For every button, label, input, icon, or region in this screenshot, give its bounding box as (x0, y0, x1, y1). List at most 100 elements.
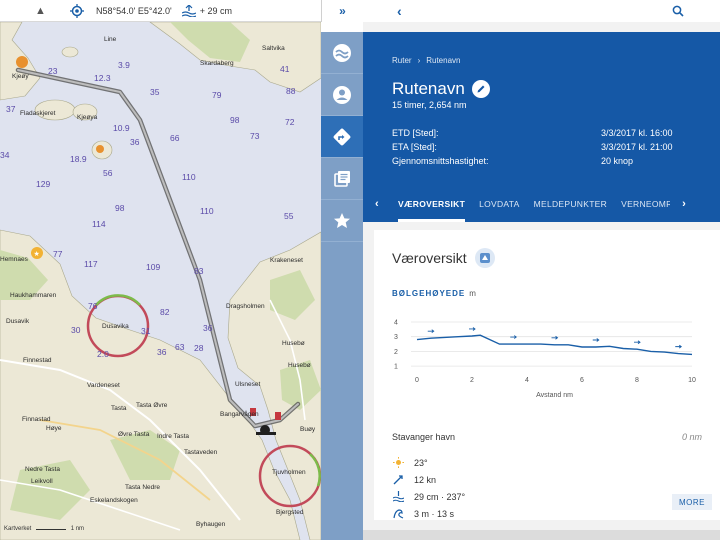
place-label: Skardaberg (200, 60, 234, 67)
waves-icon (333, 43, 351, 62)
direction-arrow (592, 338, 600, 342)
route-header: Ruter › Rutenavn Rutenavn 15 timer, 2,65… (363, 32, 720, 222)
depth-sounding: 82 (160, 307, 170, 317)
route-info: ETD [Sted]: 3/3/2017 kl. 16:00 ETA [Sted… (392, 126, 720, 168)
place-label: Husebø (282, 340, 305, 347)
info-value: 20 knop (601, 156, 634, 166)
rail-item-profile[interactable] (321, 74, 363, 116)
place-label: Ulsneset (235, 381, 261, 388)
tab-weather-overview[interactable]: VÆROVERSIKT (391, 186, 472, 222)
navigation-arrow-icon[interactable]: ▲ (35, 5, 49, 17)
place-label: Tjuvholmen (272, 469, 306, 476)
weather-value: 12 kn (414, 474, 437, 485)
wave-height-label: BØLGEHØYEDE m (392, 289, 720, 298)
y-tick-label: 2 (394, 349, 398, 356)
tab-bar: ‹ VÆROVERSIKT LOVDATA MELDEPUNKTER VERNE… (363, 186, 720, 222)
map-canvas[interactable]: ★ (0, 0, 321, 540)
map-attribution: Kartverket (4, 526, 32, 532)
more-button[interactable]: MORE (672, 494, 712, 510)
place-label: Dusavik (6, 318, 30, 325)
info-label: Gjennomsnittshastighet: (392, 156, 489, 166)
place-label: Finnestad (23, 357, 52, 364)
x-tick-label: 2 (470, 377, 474, 384)
place-label: Fladaskjeret (20, 110, 56, 117)
place-label: Øvre Tasta (118, 431, 150, 438)
tab-reporting-points[interactable]: MELDEPUNKTER (527, 186, 615, 222)
y-tick-label: 1 (394, 364, 398, 371)
depth-sounding: 117 (84, 259, 98, 269)
chevron-right-icon[interactable]: › (670, 198, 698, 210)
place-label: Bjergsted (276, 509, 304, 516)
panel-topbar: ‹ (363, 0, 720, 22)
rail-item-waves[interactable] (321, 32, 363, 74)
rail-item-favorites[interactable] (321, 200, 363, 242)
depth-sounding: 2.0 (97, 349, 109, 359)
info-label: ETA [Sted]: (392, 142, 437, 152)
chart-map[interactable]: ★ ▲ N58°54.0' E5°42.0' + 29 cm 23 12.3 3… (0, 0, 321, 540)
depth-sounding: 30 (71, 325, 81, 335)
depth-sounding: 55 (284, 211, 294, 221)
breadcrumb: Ruter › Rutenavn (392, 56, 720, 65)
place-label: Nedre Tasta (25, 466, 60, 473)
card-title: Væroversikt (392, 250, 467, 266)
place-label: Kjeøya (77, 114, 98, 121)
weather-card: Væroversikt BØLGEHØYEDE m 1 2 3 4 0 2 4 6 8 10 Avst… (374, 230, 720, 520)
depth-sounding: 12.3 (94, 73, 111, 83)
depth-sounding: 37 (6, 104, 16, 114)
weather-row-tide: 29 cm · 237° (392, 488, 465, 505)
depth-sounding: 31 (141, 326, 151, 336)
tab-regulations[interactable]: LOVDATA (472, 186, 527, 222)
depth-sounding: 36 (130, 137, 140, 147)
depth-sounding: 36 (203, 323, 213, 333)
rail-item-route[interactable] (321, 116, 363, 158)
direction-arrow (510, 335, 517, 339)
chevron-left-icon[interactable]: ‹ (363, 198, 391, 210)
library-icon (334, 170, 350, 187)
wave-height-chart: 1 2 3 4 0 2 4 6 8 10 Avstand nm (394, 320, 696, 400)
depth-sounding: 3.9 (118, 60, 130, 70)
place-label: Buøy (300, 426, 316, 433)
place-label: Tastaveden (184, 449, 218, 456)
crosshair-icon[interactable] (70, 3, 84, 18)
info-row-etd: ETD [Sted]: 3/3/2017 kl. 16:00 (392, 126, 720, 140)
place-label: Dragsholmen (226, 303, 265, 310)
direction-arrow (469, 327, 476, 331)
edit-button[interactable] (471, 80, 490, 98)
place-label: Eskelandskogen (90, 497, 138, 504)
back-icon[interactable]: ‹ (397, 3, 402, 19)
tide-icon (181, 4, 196, 17)
x-tick-label: 10 (688, 377, 696, 384)
place-label: Krakeneset (270, 257, 303, 264)
station-row: Stavanger havn 0 nm (392, 432, 702, 442)
tab-protected-areas[interactable]: VERNEOMRÅDER (614, 186, 670, 222)
depth-sounding: 63 (175, 342, 185, 352)
depth-sounding: 28 (194, 343, 204, 353)
depth-sounding: 41 (280, 64, 290, 74)
rail-item-library[interactable] (321, 158, 363, 200)
station-distance: 0 nm (681, 432, 702, 442)
depth-sounding: 73 (250, 131, 260, 141)
weather-list: 23° 12 kn 29 cm · 237° 3 m · 13 s (392, 454, 465, 522)
place-label: Indre Tasta (157, 433, 190, 440)
depth-sounding: 18.9 (70, 154, 87, 164)
y-tick-label: 4 (394, 320, 398, 327)
breadcrumb-routes[interactable]: Ruter (392, 56, 412, 65)
depth-sounding: 79 (212, 90, 222, 100)
collapse-panel-button[interactable]: » (321, 0, 363, 22)
x-axis-label: Avstand nm (536, 392, 573, 399)
place-label: Line (104, 36, 117, 43)
depth-sounding: 110 (200, 206, 214, 216)
depth-sounding: 23 (48, 66, 58, 76)
bottom-strip (363, 530, 720, 540)
wind-icon (392, 474, 404, 486)
search-icon[interactable] (672, 5, 684, 17)
place-label: Byhaugen (196, 521, 226, 528)
place-label: Leikvoll (31, 478, 53, 485)
station-name: Stavanger havn (392, 432, 456, 442)
route-detail-panel: ‹ Ruter › Rutenavn Rutenavn 15 timer, 2,… (363, 0, 720, 540)
person-icon (333, 85, 351, 104)
direction-arrow (427, 329, 435, 334)
place-label: Finnastad (22, 416, 51, 423)
depth-sounding: 35 (150, 87, 160, 97)
depth-sounding: 77 (53, 249, 63, 259)
